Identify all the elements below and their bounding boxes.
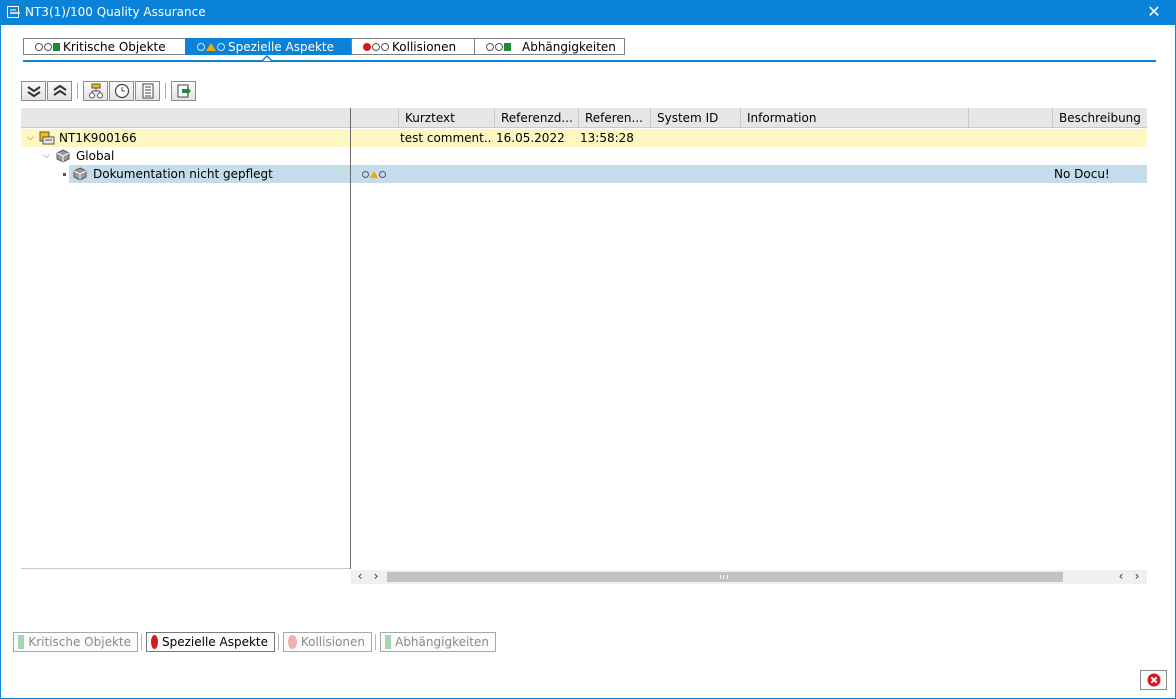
tab-label: Spezielle Aspekte	[228, 39, 334, 54]
traffic-light-icon	[486, 42, 511, 51]
column-header-information[interactable]: Information	[740, 108, 968, 128]
export-icon	[177, 84, 191, 98]
column-header-kurztext[interactable]: Kurztext	[398, 108, 494, 128]
cancel-button[interactable]	[1140, 670, 1167, 690]
status-traffic-light-icon	[362, 169, 386, 179]
column-header-referenzdatum[interactable]: Referenzd...	[494, 108, 578, 128]
details-button[interactable]	[135, 81, 160, 101]
cancel-icon	[1147, 673, 1160, 687]
abhaengigkeiten-button[interactable]: Abhängigkeiten	[380, 632, 496, 652]
cell-referenzdatum: 16.05.2022	[496, 131, 565, 145]
button-separator	[375, 634, 376, 650]
tree-row-transport[interactable]: ⌵ NT1K900166 test comment... 16.05.2022 …	[21, 129, 1147, 147]
tree-row-dokumentation[interactable]: Dokumentation nicht gepflegt No Docu!	[69, 165, 1147, 183]
table-header: Kurztext Referenzd... Referen... System …	[21, 108, 1147, 128]
scroll-right-button-end[interactable]: ›	[1130, 570, 1144, 584]
grip-icon	[720, 575, 728, 579]
collapse-toggle-icon[interactable]: ⌵	[43, 147, 50, 165]
status-square-icon	[385, 635, 392, 649]
status-circle-icon	[288, 635, 297, 649]
traffic-light-icon	[197, 42, 225, 51]
column-header-empty[interactable]	[968, 108, 1052, 128]
cube-icon	[56, 149, 70, 163]
tab-label: Kollisionen	[392, 39, 457, 54]
button-separator	[141, 634, 142, 650]
cell-kurztext: test comment...	[400, 131, 493, 145]
title-bar: NT3(1)/100 Quality Assurance ✕	[0, 0, 1176, 25]
button-label: Spezielle Aspekte	[162, 635, 268, 649]
tab-underline	[23, 60, 1156, 62]
cell-referenzzeit: 13:58:28	[580, 131, 634, 145]
collapse-all-icon	[52, 84, 67, 96]
column-header-beschreibung[interactable]: Beschreibung	[1052, 108, 1147, 128]
expand-all-button[interactable]	[21, 81, 46, 101]
tab-label: Kritische Objekte	[63, 39, 166, 54]
tree-row-global[interactable]: ⌵ Global	[21, 147, 1147, 165]
hierarchy-button[interactable]	[83, 81, 108, 101]
column-header-blank[interactable]	[350, 108, 398, 128]
toolbar	[21, 81, 197, 101]
tree-leaf-dot	[63, 173, 66, 176]
kollisionen-button[interactable]: Kollisionen	[283, 632, 372, 652]
toolbar-separator	[165, 83, 166, 99]
tab-strip: Kritische Objekte Spezielle Aspekte Koll…	[23, 38, 625, 55]
transport-request-icon	[39, 131, 55, 145]
kritische-objekte-button[interactable]: Kritische Objekte	[13, 632, 138, 652]
tab-abhaengigkeiten[interactable]: Abhängigkeiten	[474, 38, 625, 55]
tree-table: Kurztext Referenzd... Referen... System …	[21, 108, 1147, 569]
tab-kritische-objekte[interactable]: Kritische Objekte	[23, 38, 186, 55]
spezielle-aspekte-button[interactable]: Spezielle Aspekte	[146, 632, 275, 652]
clock-icon	[114, 83, 129, 99]
scroll-thumb[interactable]	[387, 572, 1063, 582]
collapse-toggle-icon[interactable]: ⌵	[27, 129, 34, 147]
button-label: Kritische Objekte	[28, 635, 131, 649]
traffic-light-icon	[363, 42, 389, 51]
scroll-left-button-end[interactable]: ‹	[1114, 570, 1128, 584]
collapse-all-button[interactable]	[47, 81, 72, 101]
tab-label: Abhängigkeiten	[522, 39, 616, 54]
tab-kollisionen[interactable]: Kollisionen	[351, 38, 475, 55]
export-button[interactable]	[171, 81, 196, 101]
button-label: Abhängigkeiten	[395, 635, 489, 649]
active-tab-pointer-icon	[262, 55, 272, 61]
column-header-referenzzeit[interactable]: Referen...	[578, 108, 650, 128]
scroll-right-button[interactable]: ›	[369, 570, 383, 584]
status-circle-icon	[151, 635, 158, 649]
bottom-button-bar: Kritische Objekte Spezielle Aspekte Koll…	[13, 632, 499, 652]
toolbar-separator	[77, 83, 78, 99]
cell-beschreibung: No Docu!	[1054, 167, 1110, 181]
column-header-system-id[interactable]: System ID	[650, 108, 740, 128]
transaction-window-icon	[7, 6, 20, 18]
cube-icon	[73, 167, 87, 181]
tree-bottom-border	[21, 568, 350, 569]
hierarchy-icon	[88, 83, 103, 99]
traffic-light-icon	[35, 42, 60, 51]
status-square-icon	[18, 635, 25, 649]
tree-node-label: Dokumentation nicht gepflegt	[93, 167, 273, 181]
document-icon	[142, 83, 153, 99]
column-splitter[interactable]	[350, 108, 351, 569]
button-separator	[278, 634, 279, 650]
tree-node-label: Global	[76, 149, 115, 163]
history-button[interactable]	[109, 81, 134, 101]
window-close-button[interactable]: ✕	[1146, 3, 1162, 21]
tab-spezielle-aspekte[interactable]: Spezielle Aspekte	[185, 38, 352, 55]
expand-all-icon	[26, 86, 41, 98]
horizontal-scrollbar[interactable]: ‹ › ‹ ›	[351, 570, 1147, 584]
window-title: NT3(1)/100 Quality Assurance	[25, 5, 206, 19]
tree-node-label: NT1K900166	[59, 131, 137, 145]
scroll-left-button[interactable]: ‹	[353, 570, 367, 584]
button-label: Kollisionen	[300, 635, 365, 649]
